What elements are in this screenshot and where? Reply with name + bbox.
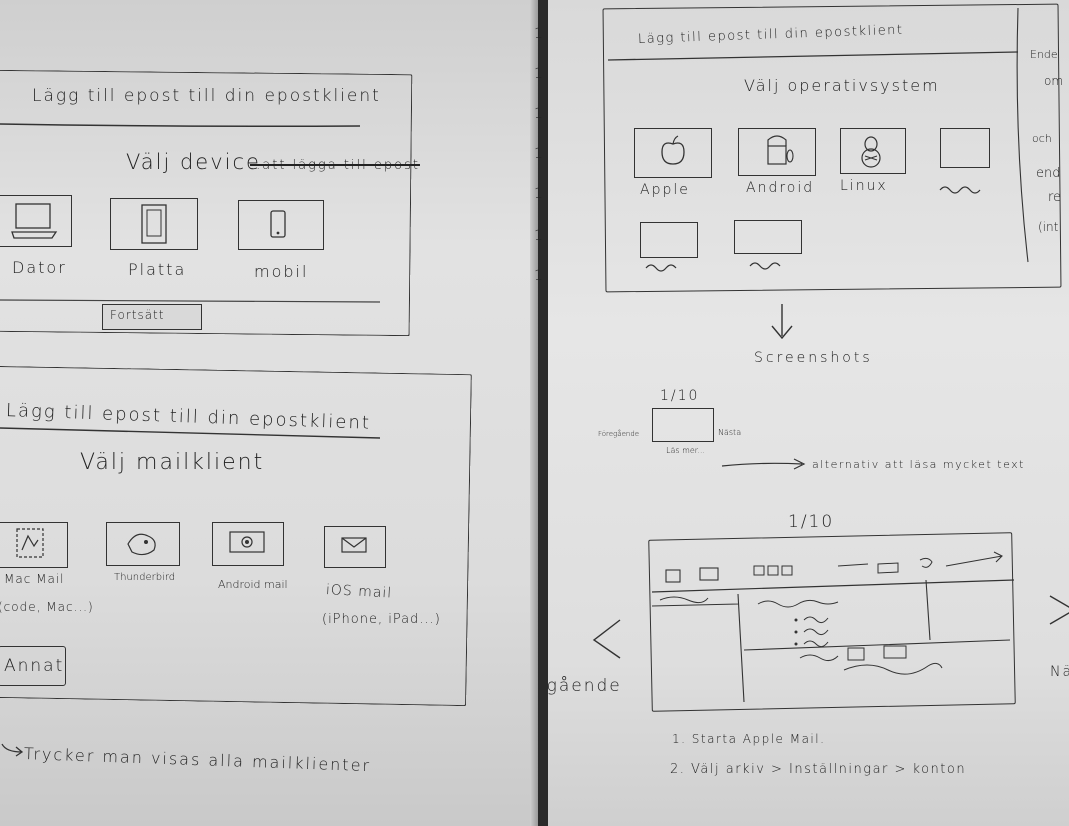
chevron-left-icon[interactable] xyxy=(590,616,624,662)
margin-mark: 1 xyxy=(534,106,545,122)
stamp-icon xyxy=(16,528,44,558)
margin-mark: 1 xyxy=(534,26,545,42)
viewer-next-label[interactable]: Nä xyxy=(1050,664,1069,680)
at-mail-icon xyxy=(229,531,265,553)
mail-header-underline xyxy=(0,427,381,439)
bird-icon xyxy=(127,533,156,556)
margin-mark: 1 xyxy=(534,186,545,202)
margin-mark: 1 xyxy=(534,146,545,162)
mail-option-label: Android mail xyxy=(218,578,288,591)
viewer-step: 2. Välj arkiv > Inställningar > konton xyxy=(670,762,967,777)
viewer-prev-label[interactable]: Föregående xyxy=(548,676,622,696)
mail-option-label: iOS mail xyxy=(325,582,393,602)
viewer-panes xyxy=(651,579,1011,703)
mail-option-label: Mac Mail xyxy=(4,572,65,586)
right-notebook-page: Lägg till epost till din epostklient Väl… xyxy=(548,0,1069,826)
mail-option-note: (code, Mac...) xyxy=(0,600,94,614)
margin-mark: 1 xyxy=(534,66,545,82)
chevron-right-icon[interactable] xyxy=(1048,590,1069,636)
envelope-icon xyxy=(341,537,367,553)
page-binding-left xyxy=(530,0,538,826)
mail-option-note: (iPhone, iPad...) xyxy=(322,612,441,627)
mail-sketch-title: Välj mailklient xyxy=(80,450,265,475)
mail-option-label: Thunderbird xyxy=(114,572,176,583)
margin-mark: 1 xyxy=(534,268,545,284)
margin-mark: 1 xyxy=(534,228,545,244)
other-button-label: Annat xyxy=(4,656,65,676)
left-notebook-page: Lägg till epost till din epostklient Väl… xyxy=(0,0,538,826)
viewer-step: 1. Starta Apple Mail. xyxy=(672,732,826,746)
